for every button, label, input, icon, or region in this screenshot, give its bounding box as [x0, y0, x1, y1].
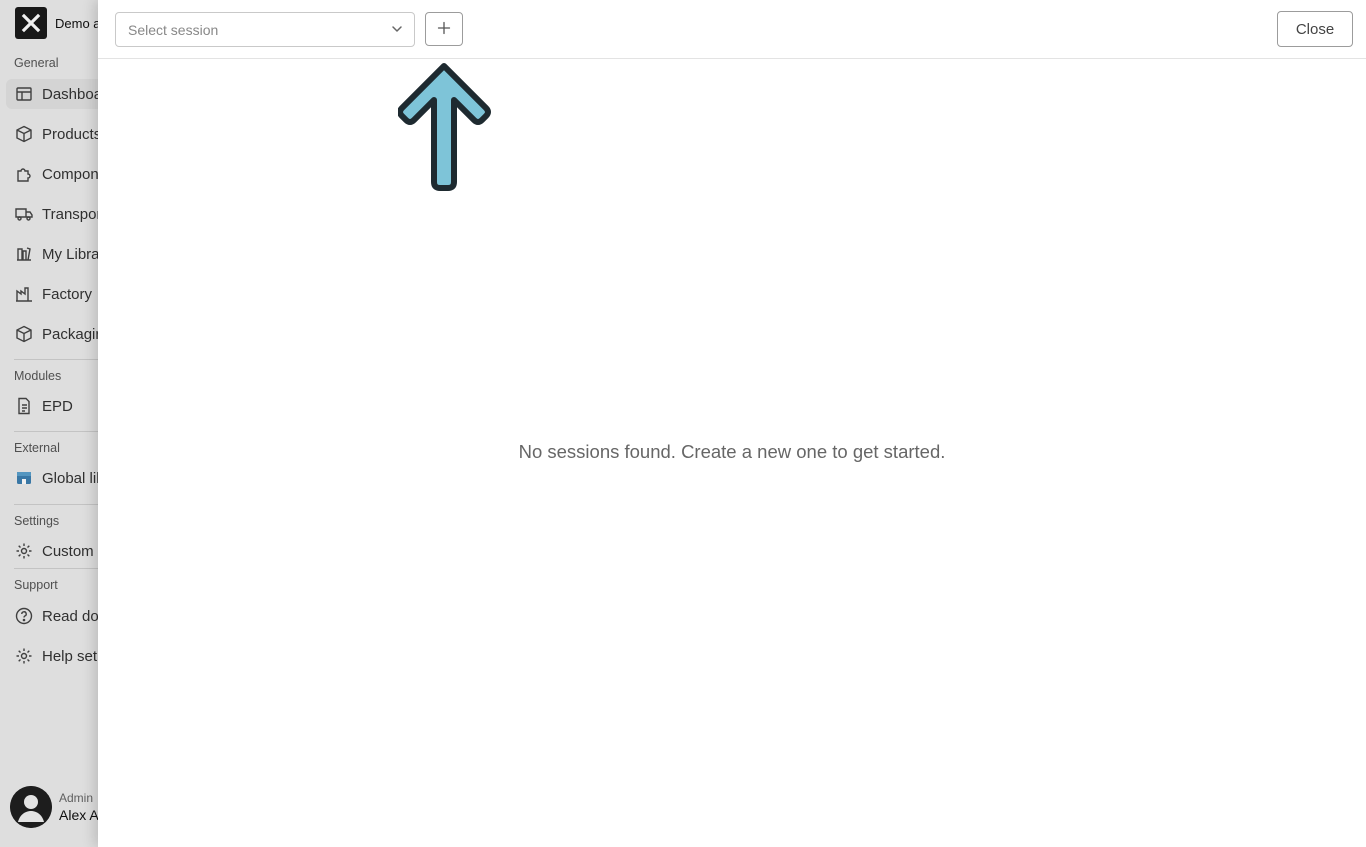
arrow-up-icon — [397, 62, 492, 197]
chevron-down-icon — [390, 22, 404, 39]
add-session-button[interactable] — [425, 12, 463, 46]
sessions-panel: Select session Close No sessions found. … — [98, 0, 1366, 847]
empty-state-message: No sessions found. Create a new one to g… — [518, 441, 946, 462]
close-button[interactable]: Close — [1277, 11, 1353, 47]
session-select[interactable]: Select session — [115, 12, 415, 47]
session-select-placeholder: Select session — [128, 21, 219, 38]
panel-toolbar: Select session Close — [98, 0, 1366, 59]
plus-icon — [437, 21, 451, 38]
